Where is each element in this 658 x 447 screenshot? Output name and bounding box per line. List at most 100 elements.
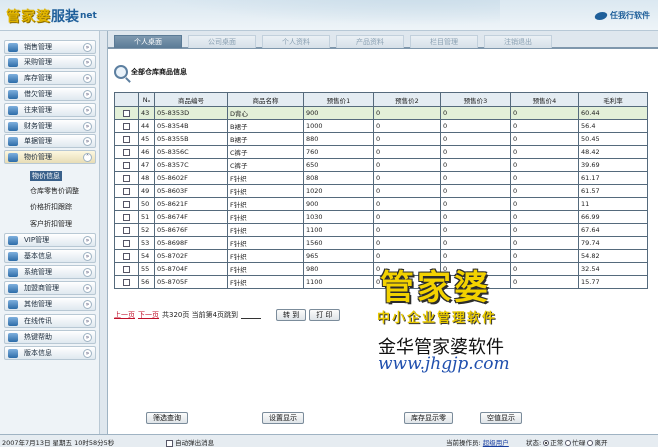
auto-popup-toggle[interactable]: 自动弹出消息 (166, 437, 214, 447)
row-checkbox[interactable] (123, 187, 130, 195)
row-checkbox[interactable] (123, 148, 130, 156)
operator-name[interactable]: 超级用户 (483, 439, 509, 447)
sidebar-subitem[interactable]: 客户折扣管理 (30, 219, 72, 229)
sidebar-item-info[interactable]: 基本信息 » (4, 249, 96, 263)
tab-4[interactable]: 栏目管理 (410, 35, 478, 48)
sidebar: 销售管理 » 采购管理 » 库存管理 » 借欠管理 » 往来管理 » 财务管理 » 单据管理 » 物价管理 ˄… (0, 31, 108, 434)
column-header[interactable]: 预售价4 (510, 92, 579, 107)
table-cell: 05-8674F (154, 210, 228, 224)
chevron-right-icon: » (83, 333, 92, 342)
row-checkbox[interactable] (123, 135, 130, 143)
sidebar-item-cart[interactable]: 销售管理 » (4, 40, 96, 54)
sidebar-item-loan[interactable]: 借欠管理 » (4, 87, 96, 101)
table-cell: 0 (373, 145, 441, 159)
table-row[interactable]: 46 05-8356C C裤子 760 0 0 0 48.42 (114, 145, 648, 159)
status-radio-away[interactable] (587, 440, 594, 446)
tab-1[interactable]: 公司桌面 (188, 35, 256, 48)
row-checkbox[interactable] (123, 213, 130, 221)
table-cell: 15.77 (578, 275, 648, 289)
print-button[interactable]: 打 印 (309, 309, 340, 321)
row-checkbox[interactable] (123, 174, 130, 182)
table-row[interactable]: 53 05-8698F F针织 1560 0 0 0 79.74 (114, 236, 648, 250)
goto-page-button[interactable]: 转 到 (276, 309, 307, 321)
sidebar-item-help[interactable]: 热键帮助 » (4, 330, 96, 344)
table-row[interactable]: 48 05-8602F F针织 808 0 0 0 61.17 (114, 171, 648, 185)
chevron-right-icon: » (83, 349, 92, 358)
column-header[interactable]: 预售价1 (303, 92, 374, 107)
show-empty-values-button[interactable]: 空值显示 (480, 412, 522, 424)
table-row[interactable]: 45 05-8355B B裙子 880 0 0 0 50.45 (114, 132, 648, 146)
row-checkbox[interactable] (123, 278, 130, 286)
table-row[interactable]: 50 05-8621F F针织 900 0 0 0 11 (114, 197, 648, 211)
table-row[interactable]: 44 05-8354B B裙子 1000 0 0 0 56.4 (114, 119, 648, 133)
row-checkbox[interactable] (123, 200, 130, 208)
table-row[interactable]: 51 05-8674F F针织 1030 0 0 0 66.99 (114, 210, 648, 224)
column-header[interactable]: Nₒ (138, 92, 155, 107)
loan-icon (8, 89, 18, 99)
tab-0[interactable]: 个人桌面 (114, 35, 182, 48)
prev-page-link[interactable]: 上一页 (114, 310, 135, 320)
filter-query-button[interactable]: 筛选查询 (146, 412, 188, 424)
sidebar-item-system[interactable]: 系统管理 » (4, 265, 96, 279)
row-checkbox[interactable] (123, 252, 130, 260)
row-checkbox[interactable] (123, 122, 130, 130)
sidebar-item-label: 基本信息 (24, 252, 52, 260)
chevron-right-icon: » (83, 58, 92, 67)
sidebar-item-message[interactable]: 在线传讯 » (4, 314, 96, 328)
watermark-brand-text: 管家婆 (380, 268, 491, 308)
row-select-cell (114, 249, 139, 263)
tab-3[interactable]: 产品资料 (336, 35, 404, 48)
table-cell: 965 (303, 249, 374, 263)
row-checkbox[interactable] (123, 109, 130, 117)
sidebar-item-purchase[interactable]: 采购管理 » (4, 55, 96, 69)
sidebar-item-vip[interactable]: VIP管理 » (4, 233, 96, 247)
sidebar-item-franchise[interactable]: 加盟商管理 » (4, 281, 96, 295)
show-zero-stock-button[interactable]: 库存显示零 (404, 412, 453, 424)
display-settings-button[interactable]: 设置显示 (262, 412, 304, 424)
sidebar-item-version[interactable]: 版本信息 » (4, 346, 96, 360)
sidebar-item-stock[interactable]: 库存管理 » (4, 71, 96, 85)
sidebar-item-label: 借欠管理 (24, 90, 52, 98)
sidebar-item-price[interactable]: 物价管理 ˄ (4, 150, 96, 164)
tab-2[interactable]: 个人资料 (262, 35, 330, 48)
sidebar-item-finance[interactable]: 财务管理 » (4, 119, 96, 133)
row-select-cell (114, 275, 139, 289)
row-checkbox[interactable] (123, 226, 130, 234)
sidebar-subitem[interactable]: 物价信息 (30, 171, 62, 181)
column-header[interactable]: 毛利率 (578, 92, 648, 107)
table-cell: C裤子 (227, 145, 304, 159)
chevron-right-icon: » (83, 74, 92, 83)
column-header[interactable]: 商品编号 (154, 92, 228, 107)
next-page-link[interactable]: 下一页 (138, 310, 159, 320)
status-bar: 2007年7月13日 星期五 10时58分5秒 自动弹出消息 当前操作员: 超级… (0, 434, 658, 447)
tab-5[interactable]: 注销退出 (484, 35, 552, 48)
table-cell: 1560 (303, 236, 374, 250)
page-jump-input[interactable] (241, 311, 262, 319)
franchise-icon (8, 283, 18, 293)
sidebar-splitter[interactable] (99, 31, 107, 434)
vip-icon (8, 235, 18, 245)
sidebar-subitem[interactable]: 仓库零售价调整 (30, 186, 79, 196)
table-row[interactable]: 43 05-8353D D背心 900 0 0 0 60.44 (114, 106, 648, 120)
table-cell: C裤子 (227, 158, 304, 172)
column-header[interactable]: 预售价2 (373, 92, 441, 107)
sidebar-item-exchange[interactable]: 往来管理 » (4, 103, 96, 117)
auto-popup-checkbox[interactable] (166, 439, 173, 447)
sidebar-subitem[interactable]: 价格折扣跟踪 (30, 202, 72, 212)
row-checkbox[interactable] (123, 239, 130, 247)
sidebar-item-other[interactable]: 其他管理 » (4, 297, 96, 311)
status-radio-busy[interactable] (565, 440, 572, 446)
table-cell: 53 (138, 236, 155, 250)
table-row[interactable]: 47 05-8357C C裤子 650 0 0 0 39.69 (114, 158, 648, 172)
status-radio-normal[interactable] (543, 440, 550, 446)
row-checkbox[interactable] (123, 265, 130, 273)
table-cell: 0 (440, 236, 511, 250)
table-row[interactable]: 49 05-8603F F针织 1020 0 0 0 61.57 (114, 184, 648, 198)
table-row[interactable]: 52 05-8676F F针织 1100 0 0 0 67.64 (114, 223, 648, 237)
column-header[interactable]: 预售价3 (440, 92, 511, 107)
column-header[interactable]: 商品名称 (227, 92, 304, 107)
row-checkbox[interactable] (123, 161, 130, 169)
sidebar-item-document[interactable]: 单据管理 » (4, 134, 96, 148)
row-select-cell (114, 210, 139, 224)
table-cell: 05-8357C (154, 158, 228, 172)
